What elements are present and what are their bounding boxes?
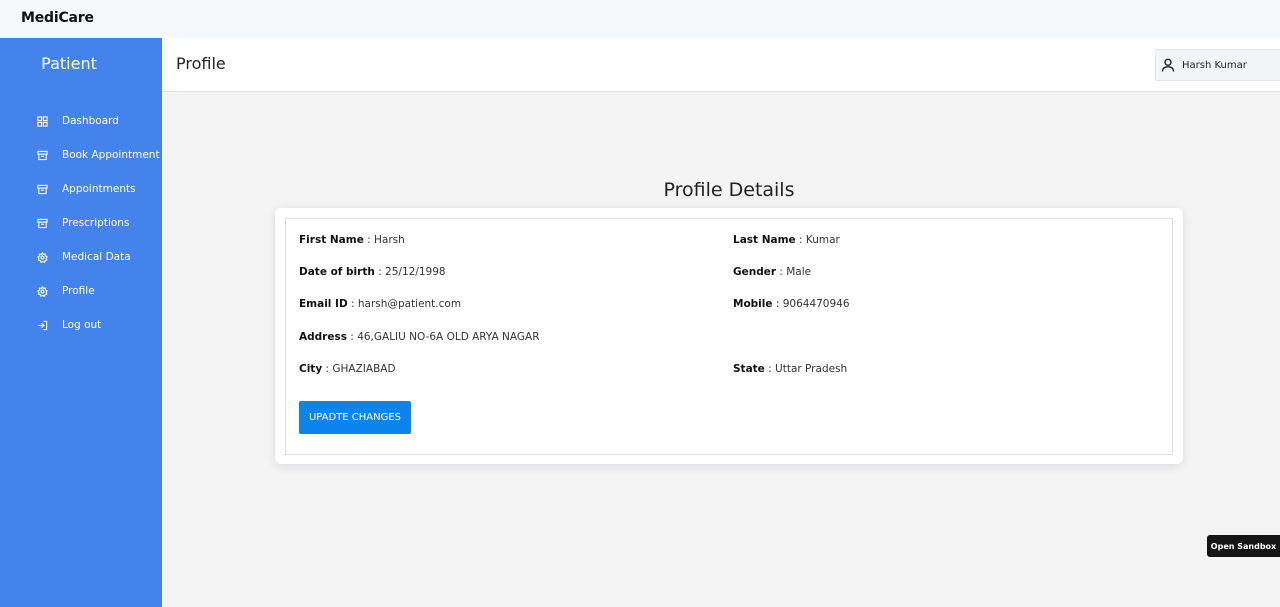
user-menu-button[interactable]: Harsh Kumar xyxy=(1155,49,1280,81)
sidebar-title: Patient xyxy=(41,54,97,73)
archive-icon xyxy=(36,183,48,195)
field-value: 9064470946 xyxy=(782,298,850,310)
section-title: Profile Details xyxy=(663,179,795,201)
sidebar-item-appointments[interactable]: Appointments xyxy=(0,172,162,206)
gear-icon xyxy=(36,285,48,297)
state-field: State : Uttar Pradesh xyxy=(733,363,848,375)
sidebar-item-label: Profile xyxy=(62,285,95,297)
field-value: GHAZIABAD xyxy=(332,363,396,375)
field-value: harsh@patient.com xyxy=(357,298,462,310)
sidebar-item-label: Dashboard xyxy=(62,115,119,127)
field-value: Male xyxy=(786,266,812,278)
dob-field: Date of birth : 25/12/1998 xyxy=(299,266,446,278)
field-label: City xyxy=(299,363,323,375)
city-field: City : GHAZIABAD xyxy=(299,363,396,375)
field-label: Date of birth xyxy=(299,266,375,278)
open-sandbox-button[interactable]: Open Sandbox xyxy=(1207,535,1280,557)
field-label: Gender xyxy=(733,266,777,278)
field-label: First Name xyxy=(299,234,364,246)
page-header: Profile Harsh Kumar xyxy=(162,38,1280,92)
sidebar-item-label: Prescriptions xyxy=(62,217,130,229)
update-changes-button[interactable]: UPADTE CHANGES xyxy=(299,401,411,434)
sidebar-item-profile[interactable]: Profile xyxy=(0,274,162,308)
sidebar-item-book-appointment[interactable]: Book Appointment xyxy=(0,138,162,172)
last-name-field: Last Name : Kumar xyxy=(733,234,840,246)
archive-icon xyxy=(36,217,48,229)
grid-icon xyxy=(36,115,48,127)
field-value: Kumar xyxy=(805,234,840,246)
field-value: 46,GALIU NO-6A OLD ARYA NAGAR xyxy=(357,331,540,343)
user-name: Harsh Kumar xyxy=(1182,59,1247,71)
user-icon xyxy=(1160,57,1176,73)
field-value: Harsh xyxy=(374,234,405,246)
sidebar: Patient Dashboard Book Appointment Appoi… xyxy=(0,38,162,607)
field-label: Mobile xyxy=(733,298,773,310)
gear-icon xyxy=(36,251,48,263)
email-field: Email ID : harsh@patient.com xyxy=(299,298,462,310)
field-label: Address xyxy=(299,331,347,343)
field-label: State xyxy=(733,363,765,375)
field-value: Uttar Pradesh xyxy=(775,363,848,375)
sidebar-item-label: Medical Data xyxy=(62,251,131,263)
sidebar-item-log-out[interactable]: Log out xyxy=(0,308,162,342)
mobile-field: Mobile : 9064470946 xyxy=(733,298,850,310)
sidebar-item-medical-data[interactable]: Medical Data xyxy=(0,240,162,274)
first-name-field: First Name : Harsh xyxy=(299,234,405,246)
sidebar-item-dashboard[interactable]: Dashboard xyxy=(0,104,162,138)
archive-icon xyxy=(36,149,48,161)
field-label: Last Name xyxy=(733,234,796,246)
field-label: Email ID xyxy=(299,298,348,310)
sidebar-item-prescriptions[interactable]: Prescriptions xyxy=(0,206,162,240)
sidebar-item-label: Book Appointment xyxy=(62,149,160,161)
page-title: Profile xyxy=(176,54,226,73)
sidebar-item-label: Log out xyxy=(62,319,102,331)
profile-card: First Name : Harsh Last Name : Kumar Dat… xyxy=(275,208,1183,464)
logout-icon xyxy=(36,319,48,331)
gender-field: Gender : Male xyxy=(733,266,812,278)
sidebar-item-label: Appointments xyxy=(62,183,136,195)
profile-details-panel: First Name : Harsh Last Name : Kumar Dat… xyxy=(285,218,1173,455)
top-bar: MediCare xyxy=(0,0,1280,38)
app-brand[interactable]: MediCare xyxy=(21,10,94,26)
address-field: Address : 46,GALIU NO-6A OLD ARYA NAGAR xyxy=(299,331,540,343)
field-value: 25/12/1998 xyxy=(385,266,446,278)
sidebar-nav: Dashboard Book Appointment Appointments … xyxy=(0,104,162,342)
